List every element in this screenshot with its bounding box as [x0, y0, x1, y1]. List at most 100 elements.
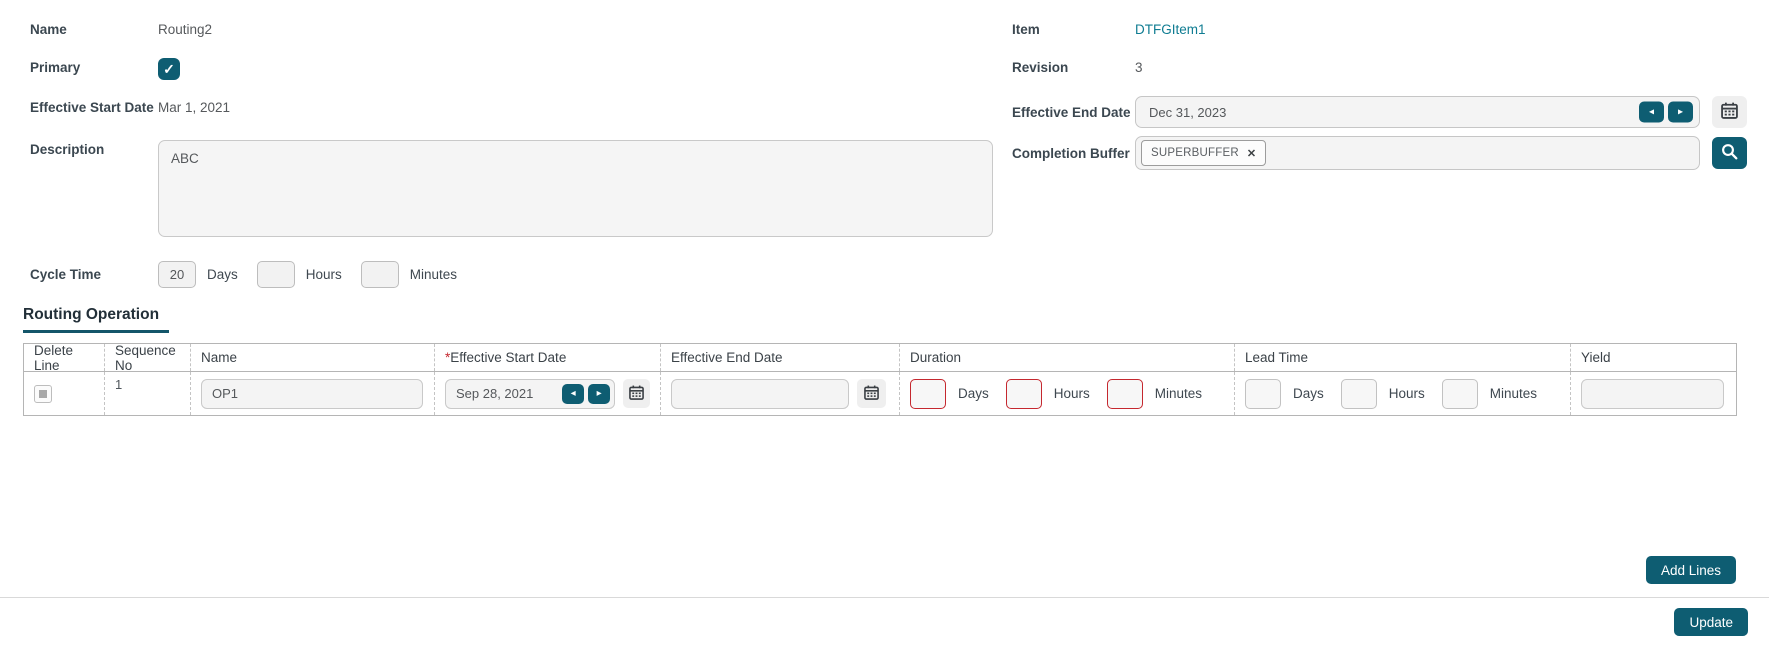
description-textarea[interactable]: ABC: [158, 140, 993, 237]
form-area: Name Routing2 Primary ✓ Effective Start …: [0, 20, 1769, 288]
field-completion-buffer: Completion Buffer SUPERBUFFER ✕: [1012, 136, 1769, 170]
effective-end-date-input[interactable]: [1149, 104, 1637, 120]
routing-form-page: Name Routing2 Primary ✓ Effective Start …: [0, 0, 1769, 648]
form-left-column: Name Routing2 Primary ✓ Effective Start …: [0, 20, 993, 288]
delete-line-cell: [24, 372, 104, 415]
routing-operation-title: Routing Operation: [23, 306, 160, 323]
col-effective-end-date: Effective End Date: [660, 344, 899, 371]
chip-label: SUPERBUFFER: [1151, 147, 1239, 159]
calendar-icon: [629, 385, 644, 403]
form-right-column: Item DTFGItem1 Revision 3 Effective End …: [993, 20, 1769, 288]
col-name: Name: [190, 344, 434, 371]
col-effective-start-date: * Effective Start Date: [434, 344, 660, 371]
yield-input[interactable]: [1581, 378, 1724, 409]
footer-divider: [0, 597, 1769, 598]
cycle-time-hours-input[interactable]: [256, 261, 295, 288]
item-link[interactable]: DTFGItem1: [1135, 20, 1206, 37]
effective-start-date-label: Effective Start Date: [30, 100, 154, 115]
field-effective-end-date: Effective End Date ◂ ▸: [1012, 96, 1769, 128]
duration-hours-unit: Hours: [1053, 386, 1090, 401]
col-effective-start-date-label: Effective Start Date: [450, 350, 567, 365]
update-bar: Update: [0, 608, 1769, 636]
duration-minutes-input[interactable]: [1106, 378, 1143, 409]
duration-hours-input[interactable]: [1005, 378, 1042, 409]
row-end-date-input[interactable]: [682, 386, 838, 401]
col-yield: Yield: [1570, 344, 1736, 371]
col-delete-line: Delete Line: [34, 342, 74, 373]
cycle-time-minutes-unit: Minutes: [409, 267, 458, 282]
title-underline: [23, 330, 169, 333]
completion-buffer-label: Completion Buffer: [1012, 145, 1130, 161]
check-icon: ✓: [163, 61, 175, 77]
primary-label: Primary: [30, 60, 81, 75]
row-end-date-calendar-button[interactable]: [857, 379, 886, 408]
date-next-button[interactable]: ▸: [1668, 101, 1693, 123]
routing-operation-table: Delete Line Sequence No Name * Effective …: [23, 343, 1737, 416]
field-cycle-time: Cycle Time Days Hours Minutes: [30, 261, 993, 288]
duration-days-input[interactable]: [910, 378, 946, 409]
end-date-cell: [660, 372, 899, 415]
date-prev-button[interactable]: ◂: [1639, 101, 1664, 123]
field-effective-start-date: Effective Start Date Mar 1, 2021: [30, 98, 993, 116]
cycle-time-hours-unit: Hours: [305, 267, 342, 282]
add-lines-button[interactable]: Add Lines: [1645, 556, 1736, 584]
name-label: Name: [30, 22, 67, 37]
primary-checkbox[interactable]: ✓: [158, 58, 180, 80]
delete-line-checkbox[interactable]: [34, 384, 52, 403]
table-header-row: Delete Line Sequence No Name * Effective …: [24, 342, 1736, 373]
lead-time-minutes-input[interactable]: [1441, 378, 1478, 409]
operation-name-input[interactable]: [201, 378, 423, 409]
chip-remove-icon[interactable]: ✕: [1247, 147, 1256, 160]
lead-time-days-unit: Days: [1293, 386, 1324, 401]
revision-value: 3: [1135, 60, 1143, 75]
cycle-time-days-unit: Days: [207, 267, 238, 282]
row-start-date-calendar-button[interactable]: [623, 379, 650, 408]
field-item: Item DTFGItem1: [1012, 20, 1769, 38]
calendar-icon: [1721, 102, 1738, 122]
effective-end-date-label: Effective End Date: [1012, 104, 1131, 120]
cycle-time-days-input[interactable]: [158, 261, 196, 288]
row-date-prev-button[interactable]: ◂: [562, 383, 585, 404]
search-icon: [1721, 143, 1738, 163]
table-row: 1 ◂ ▸: [24, 372, 1736, 415]
duration-cell: Days Hours Minutes: [899, 372, 1234, 415]
description-label: Description: [30, 142, 105, 157]
duration-days-unit: Days: [958, 386, 989, 401]
name-cell: [190, 372, 434, 415]
sequence-no-cell: 1: [104, 372, 190, 415]
row-end-date-box: [671, 378, 849, 409]
lead-time-days-input[interactable]: [1245, 378, 1281, 409]
lead-time-hours-input[interactable]: [1340, 378, 1377, 409]
update-button[interactable]: Update: [1674, 608, 1748, 636]
col-duration: Duration: [899, 344, 1234, 371]
row-start-date-input[interactable]: [456, 386, 559, 401]
calendar-icon: [864, 385, 879, 403]
add-lines-bar: Add Lines: [0, 556, 1769, 584]
field-name: Name Routing2: [30, 20, 993, 38]
routing-operation-section: Routing Operation: [23, 306, 169, 333]
duration-minutes-unit: Minutes: [1154, 386, 1203, 401]
cycle-time-label: Cycle Time: [30, 267, 102, 282]
cycle-time-minutes-input[interactable]: [360, 261, 399, 288]
arrow-right-icon: ▸: [1677, 106, 1684, 117]
row-date-next-button[interactable]: ▸: [588, 383, 611, 404]
lead-time-hours-unit: Hours: [1388, 386, 1425, 401]
name-value: Routing2: [158, 22, 213, 37]
field-primary: Primary ✓: [30, 58, 993, 82]
start-date-cell: ◂ ▸: [434, 372, 660, 415]
col-lead-time: Lead Time: [1234, 344, 1570, 371]
yield-cell: [1570, 372, 1736, 415]
arrow-left-icon: ◂: [1648, 106, 1655, 117]
completion-buffer-search-button[interactable]: [1712, 137, 1747, 169]
field-revision: Revision 3: [1012, 58, 1769, 76]
row-date-spinners: ◂ ▸: [562, 383, 611, 404]
col-sequence-no: Sequence No: [104, 343, 190, 373]
effective-end-date-box: ◂ ▸: [1135, 96, 1700, 128]
effective-end-date-calendar-button[interactable]: [1712, 96, 1747, 128]
revision-label: Revision: [1012, 60, 1069, 75]
item-label: Item: [1012, 22, 1040, 37]
lead-time-cell: Days Hours Minutes: [1234, 372, 1570, 415]
date-spinners: ◂ ▸: [1639, 101, 1693, 123]
completion-buffer-input[interactable]: SUPERBUFFER ✕: [1135, 136, 1700, 170]
effective-start-date-value: Mar 1, 2021: [158, 100, 231, 115]
